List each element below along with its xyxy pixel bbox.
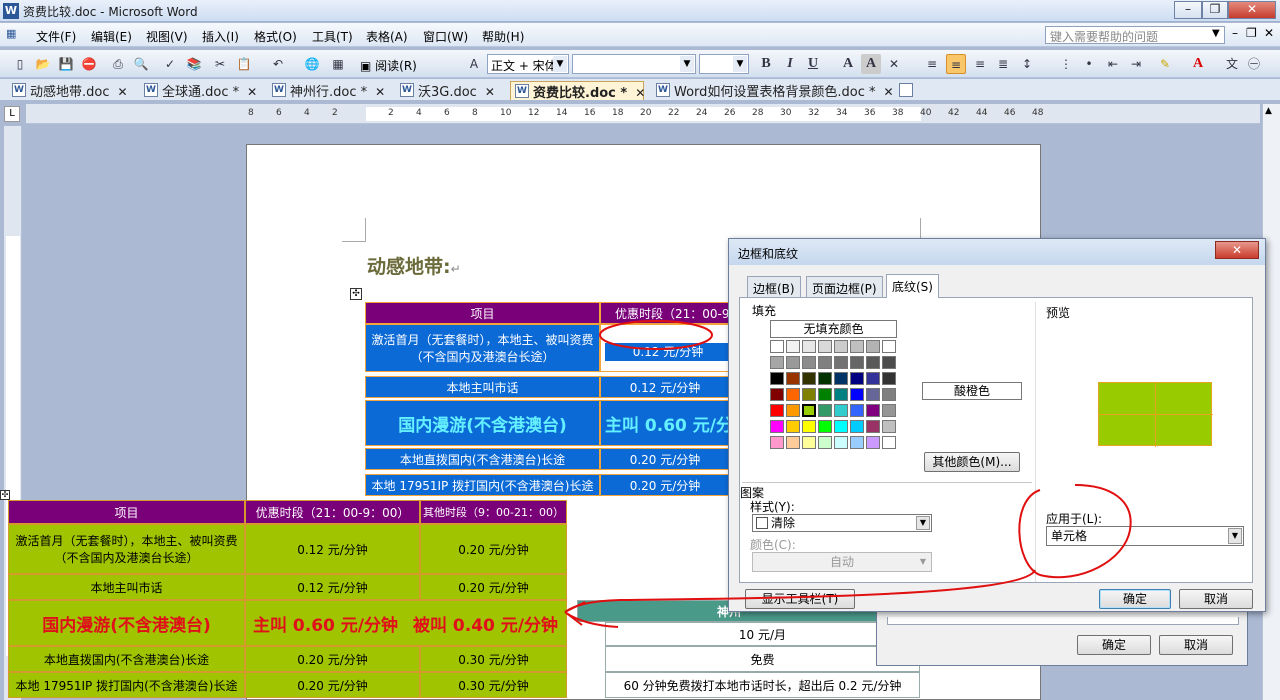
annotation-arrow-line	[564, 569, 1036, 613]
annotation-circle-apply	[1018, 484, 1132, 579]
red-annotation-marks	[564, 320, 1132, 628]
annotation-ellipse-cell	[599, 320, 713, 350]
annotation-arrow-tail	[565, 612, 619, 628]
tab-shading[interactable]: 底纹(S)	[886, 274, 939, 298]
